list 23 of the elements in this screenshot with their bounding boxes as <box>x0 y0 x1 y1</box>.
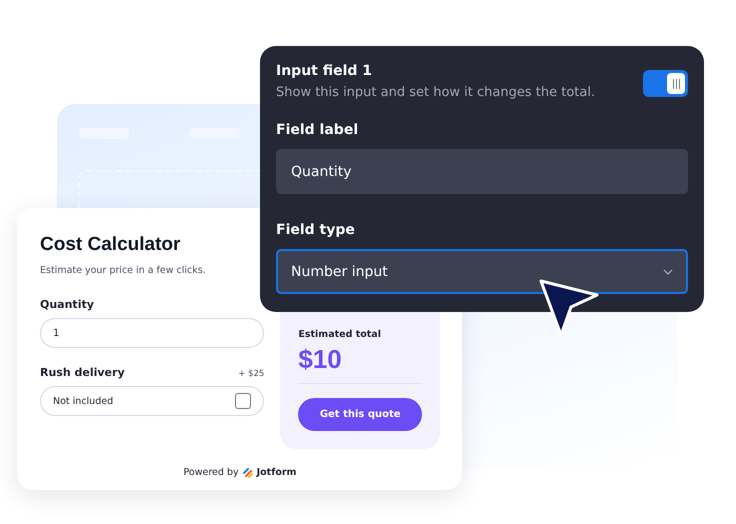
panel-title: Input field 1 <box>276 63 374 79</box>
text-field[interactable]: Quantity <box>276 149 688 194</box>
total-amount: $10 <box>298 344 343 375</box>
field-label: Field type <box>276 222 356 238</box>
panel-description: Show this input and set how it changes the total. <box>276 85 596 100</box>
price-text: + $25 <box>238 369 264 379</box>
checkbox[interactable] <box>235 393 252 409</box>
powered-by-text: Powered by <box>184 467 239 478</box>
select-field[interactable]: Number input <box>276 249 688 294</box>
toggle-switch[interactable] <box>643 70 688 97</box>
total-label: Estimated total <box>298 329 382 340</box>
logo-icon <box>242 467 253 478</box>
field-label: Field label <box>276 122 360 138</box>
field-label: Rush delivery <box>40 366 125 379</box>
get-quote-button[interactable]: Get this quote <box>298 398 422 431</box>
calculator-subtitle: Estimate your price in a few clicks. <box>40 265 207 276</box>
cursor-arrow-icon <box>537 277 601 339</box>
chevron-down-icon <box>663 268 673 274</box>
field-label: Quantity <box>40 298 94 311</box>
option-text: Not included <box>53 396 114 406</box>
brand-name: Jotform <box>256 467 296 478</box>
number-field[interactable]: 1 <box>40 318 264 348</box>
calculator-title: Cost Calculator <box>40 234 182 256</box>
